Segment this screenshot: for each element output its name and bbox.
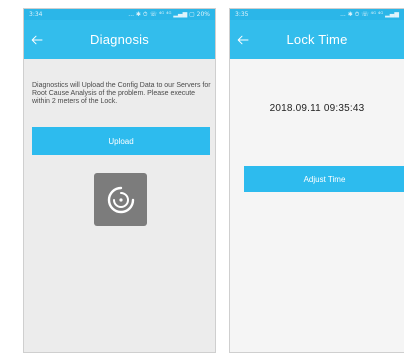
upload-button[interactable]: Upload xyxy=(32,127,210,155)
header-bar: Lock Time xyxy=(230,20,404,59)
status-icons: ... ✱ ⏱ ☏ ⁴ᴳ ⁴ᴳ ▂▄▆ ▢ 20% xyxy=(128,11,210,18)
loading-spinner-icon xyxy=(107,186,134,213)
loading-indicator xyxy=(94,173,147,226)
status-time: 3:34 xyxy=(29,11,43,18)
status-bar: 3:35 ... ✱ ⏱ ☏ ⁴ᴳ ⁴ᴳ ▂▄▆ xyxy=(230,9,404,20)
page-title: Diagnosis xyxy=(90,32,149,47)
status-icons: ... ✱ ⏱ ☏ ⁴ᴳ ⁴ᴳ ▂▄▆ xyxy=(340,11,399,18)
page-title: Lock Time xyxy=(286,32,348,47)
header-bar: Diagnosis xyxy=(24,20,215,59)
back-button[interactable] xyxy=(230,20,256,59)
lock-datetime: 2018.09.11 09:35:43 xyxy=(269,103,365,114)
arrow-left-icon xyxy=(237,35,249,44)
status-time: 3:35 xyxy=(235,11,249,18)
back-button[interactable] xyxy=(24,20,50,59)
arrow-left-icon xyxy=(31,35,43,44)
status-bar: 3:34 ... ✱ ⏱ ☏ ⁴ᴳ ⁴ᴳ ▂▄▆ ▢ 20% xyxy=(24,9,215,20)
adjust-time-button-label: Adjust Time xyxy=(303,174,346,184)
diagnosis-screen: 3:34 ... ✱ ⏱ ☏ ⁴ᴳ ⁴ᴳ ▂▄▆ ▢ 20% Diagnosis… xyxy=(23,8,216,353)
lock-time-screen: 3:35 ... ✱ ⏱ ☏ ⁴ᴳ ⁴ᴳ ▂▄▆ Lock Time 2018.… xyxy=(229,8,404,353)
upload-button-label: Upload xyxy=(108,136,134,146)
adjust-time-button[interactable]: Adjust Time xyxy=(244,166,404,192)
diagnosis-description: Diagnostics will Upload the Config Data … xyxy=(32,82,211,106)
